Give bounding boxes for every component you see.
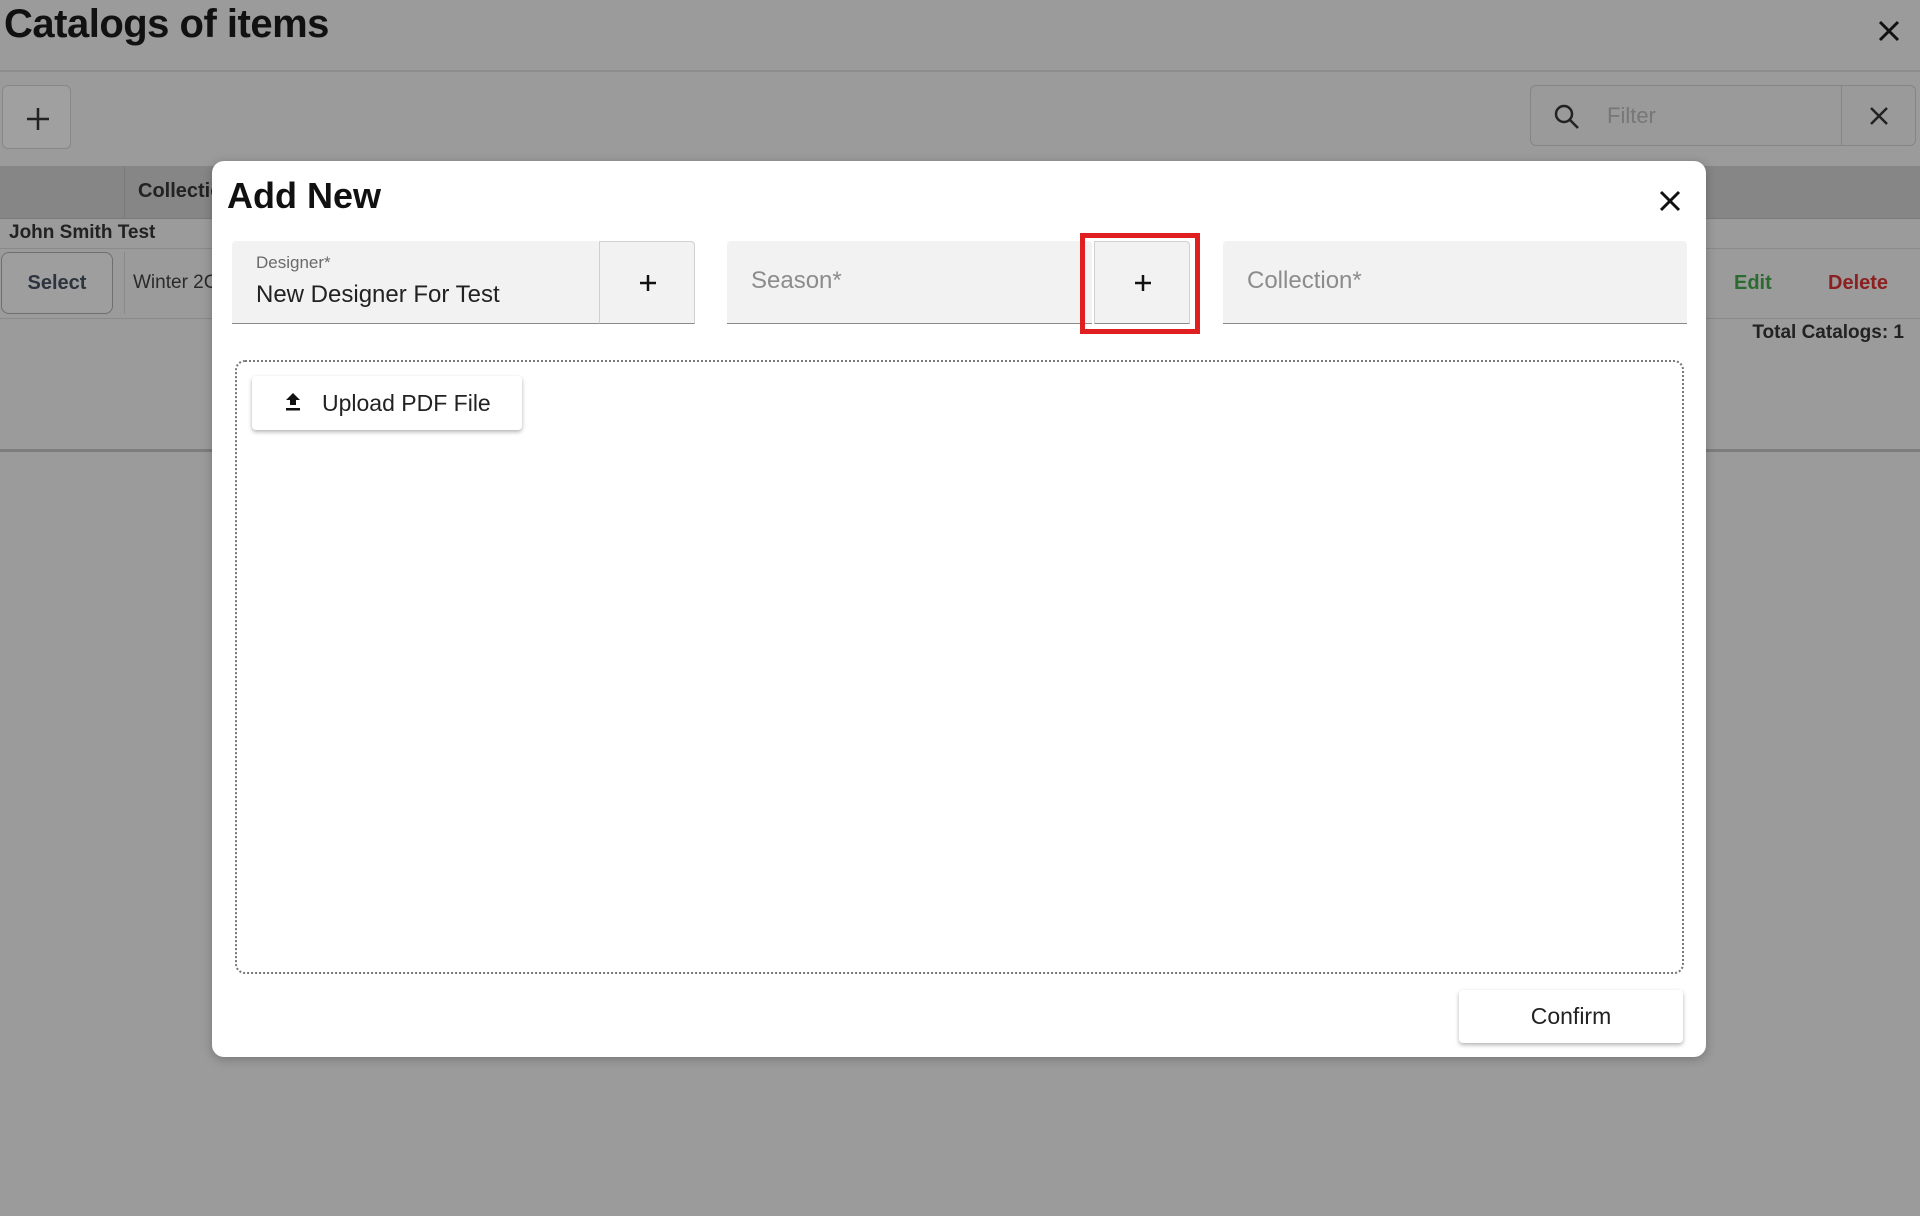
page-title: Catalogs of items [4,2,329,46]
add-designer-button[interactable] [599,241,695,324]
collection-placeholder: Collection* [1247,267,1362,294]
select-button[interactable]: Select [1,252,113,314]
row-collection-cell: Winter 2C [133,272,218,293]
dialog-title: Add New [227,175,382,216]
pdf-dropzone[interactable]: Upload PDF File [235,360,1684,974]
column-header-collection: Collectic [138,180,222,202]
page-close-button[interactable] [1872,14,1906,48]
column-divider [124,166,125,218]
close-icon [1870,107,1888,125]
collection-field[interactable]: Collection* [1223,241,1687,324]
column-divider [124,252,125,314]
dialog-close-button[interactable] [1656,187,1684,215]
add-catalog-button[interactable] [2,85,71,149]
edit-button[interactable]: Edit [1734,272,1772,295]
filter-input[interactable] [1603,86,1842,145]
plus-icon [27,108,49,130]
total-catalogs: Total Catalogs: 1 [1752,322,1904,343]
confirm-button[interactable]: Confirm [1459,990,1683,1043]
season-field[interactable]: Season* [727,241,1092,324]
designer-value: New Designer For Test [256,281,500,308]
upload-pdf-button[interactable]: Upload PDF File [252,376,522,430]
search-icon [1554,104,1579,129]
search-button[interactable] [1531,86,1604,145]
topbar-divider [0,70,1920,72]
delete-button[interactable]: Delete [1828,272,1888,295]
designer-label: Designer* [256,253,331,272]
plus-icon [640,275,656,291]
designer-field[interactable]: Designer* New Designer For Test [232,241,600,324]
group-label: John Smith Test [9,222,156,243]
highlight-box [1080,233,1200,334]
upload-pdf-label: Upload PDF File [322,390,491,416]
season-placeholder: Season* [751,267,842,294]
upload-icon [286,393,300,411]
close-icon [1878,20,1900,42]
clear-filter-button[interactable] [1843,86,1915,145]
close-icon [1659,190,1681,212]
filter-group [1530,85,1916,146]
add-new-dialog: Add New Designer* New Designer For Test … [212,161,1706,1057]
